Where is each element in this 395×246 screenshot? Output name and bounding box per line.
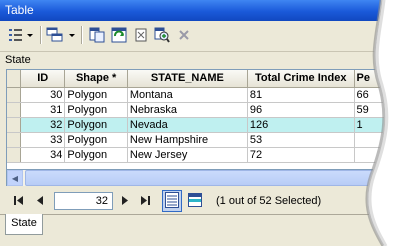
cell-state-name[interactable]: New Jersey bbox=[127, 147, 247, 162]
cell-shape[interactable]: Polygon bbox=[65, 87, 128, 102]
column-header-pe[interactable]: Pe bbox=[354, 70, 393, 87]
scroll-left-button[interactable]: ◀ bbox=[7, 170, 23, 186]
table-options-button[interactable] bbox=[7, 26, 35, 44]
cell-total-crime-index[interactable]: 53 bbox=[247, 132, 354, 147]
grid-header-row: ID Shape * STATE_NAME Total Crime Index … bbox=[7, 70, 394, 87]
related-tables-button[interactable] bbox=[46, 26, 76, 44]
table-toolbar bbox=[0, 22, 395, 48]
column-header-shape[interactable]: Shape * bbox=[65, 70, 128, 87]
attribute-grid: ID Shape * STATE_NAME Total Crime Index … bbox=[6, 69, 395, 170]
cell-shape[interactable]: Polygon bbox=[65, 117, 128, 132]
first-record-button[interactable] bbox=[12, 193, 26, 209]
cell-shape[interactable]: Polygon bbox=[65, 147, 128, 162]
previous-record-icon bbox=[37, 196, 44, 207]
table-options-icon bbox=[8, 27, 34, 43]
table-tab-strip: State bbox=[0, 214, 395, 246]
record-navigation-bar: 32 (1 out of 52 Selected) bbox=[0, 188, 395, 214]
row-selector[interactable] bbox=[7, 147, 21, 162]
clear-selection-button[interactable] bbox=[133, 26, 149, 44]
cell-pe[interactable]: 59 bbox=[354, 102, 393, 117]
column-header-state-name[interactable]: STATE_NAME bbox=[127, 70, 247, 87]
previous-record-button[interactable] bbox=[33, 193, 47, 209]
cell-state-name[interactable]: Montana bbox=[127, 87, 247, 102]
selection-status: (1 out of 52 Selected) bbox=[216, 195, 322, 207]
table-row[interactable]: 34 Polygon New Jersey 72 bbox=[7, 147, 394, 162]
cell-pe[interactable] bbox=[354, 132, 393, 147]
clear-selection-icon bbox=[134, 27, 148, 43]
cell-id[interactable]: 33 bbox=[21, 132, 65, 147]
switch-selection-icon bbox=[111, 27, 127, 43]
next-record-button[interactable] bbox=[117, 193, 131, 209]
table-row[interactable]: 30 Polygon Montana 81 66 bbox=[7, 87, 394, 102]
scroll-left-arrow-icon: ◀ bbox=[11, 173, 19, 183]
row-selector[interactable] bbox=[7, 117, 21, 132]
table-row[interactable]: 33 Polygon New Hampshire 53 bbox=[7, 132, 394, 147]
delete-selected-icon bbox=[178, 29, 190, 41]
cell-pe[interactable] bbox=[354, 147, 393, 162]
window-title-bar[interactable]: Table bbox=[0, 0, 395, 21]
first-record-icon bbox=[14, 196, 24, 207]
column-header-id[interactable]: ID bbox=[21, 70, 65, 87]
cell-id[interactable]: 34 bbox=[21, 147, 65, 162]
all-records-icon bbox=[165, 192, 179, 211]
row-selector[interactable] bbox=[7, 87, 21, 102]
cell-pe[interactable]: 66 bbox=[354, 87, 393, 102]
cell-state-name[interactable]: New Hampshire bbox=[127, 132, 247, 147]
zoom-to-selected-icon bbox=[154, 27, 170, 43]
cell-shape[interactable]: Polygon bbox=[65, 132, 128, 147]
select-by-attributes-button[interactable] bbox=[88, 26, 106, 44]
scrollbar-thumb[interactable] bbox=[25, 170, 377, 186]
cell-id[interactable]: 30 bbox=[21, 87, 65, 102]
delete-selected-button[interactable] bbox=[176, 26, 192, 44]
column-header-total-crime-index[interactable]: Total Crime Index bbox=[247, 70, 354, 87]
select-by-attributes-icon bbox=[89, 27, 105, 43]
cell-id[interactable]: 32 bbox=[21, 117, 65, 132]
cell-id[interactable]: 31 bbox=[21, 102, 65, 117]
row-selector-header[interactable] bbox=[7, 70, 21, 87]
cell-total-crime-index[interactable]: 72 bbox=[247, 147, 354, 162]
last-record-button[interactable] bbox=[138, 193, 152, 209]
last-record-icon bbox=[140, 196, 150, 207]
cell-total-crime-index[interactable]: 81 bbox=[247, 87, 354, 102]
next-record-icon bbox=[121, 196, 128, 207]
row-selector[interactable] bbox=[7, 102, 21, 117]
cell-total-crime-index[interactable]: 126 bbox=[247, 117, 354, 132]
table-row[interactable]: 31 Polygon Nebraska 96 59 bbox=[7, 102, 394, 117]
related-tables-icon bbox=[46, 27, 76, 43]
cell-total-crime-index[interactable]: 96 bbox=[247, 102, 354, 117]
current-record-input[interactable]: 32 bbox=[54, 192, 113, 210]
horizontal-scrollbar[interactable]: ◀ bbox=[6, 170, 395, 186]
cell-shape[interactable]: Polygon bbox=[65, 102, 128, 117]
cell-state-name[interactable]: Nevada bbox=[127, 117, 247, 132]
switch-selection-button[interactable] bbox=[110, 26, 128, 44]
row-selector[interactable] bbox=[7, 132, 21, 147]
cell-state-name[interactable]: Nebraska bbox=[127, 102, 247, 117]
zoom-to-selected-button[interactable] bbox=[153, 26, 171, 44]
cell-pe[interactable]: 1 bbox=[354, 117, 393, 132]
table-window: Table State ID Shape * STATE_NAME Total … bbox=[0, 0, 395, 246]
table-name-label: State bbox=[0, 51, 395, 67]
tab-state[interactable]: State bbox=[5, 214, 43, 235]
window-title: Table bbox=[5, 3, 34, 17]
show-all-records-button[interactable] bbox=[162, 190, 182, 212]
selected-records-icon bbox=[188, 193, 202, 210]
show-selected-records-button[interactable] bbox=[185, 190, 205, 212]
table-row-selected[interactable]: 32 Polygon Nevada 126 1 bbox=[7, 117, 394, 132]
